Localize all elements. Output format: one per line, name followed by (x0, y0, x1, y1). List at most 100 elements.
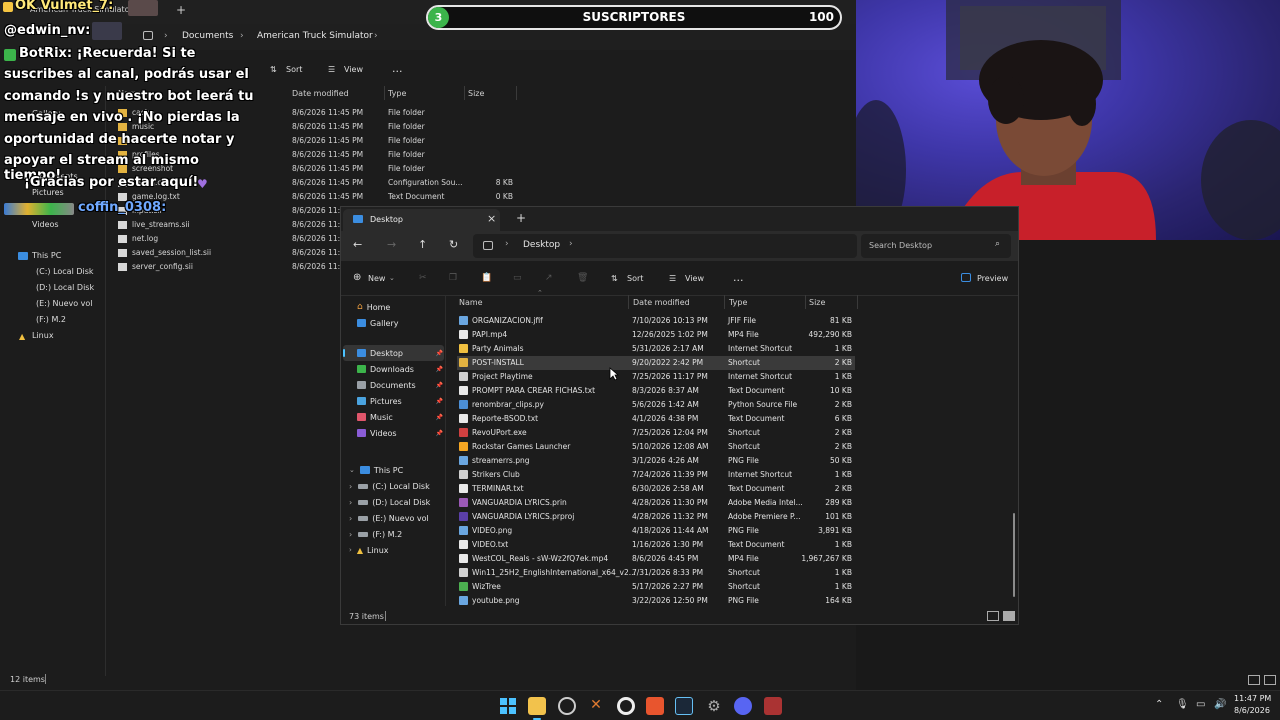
sidebar-item-pictures[interactable]: Pictures 📌 (357, 393, 443, 409)
search-box[interactable]: Search Desktop ⌕ (861, 234, 1011, 258)
column-divider[interactable] (384, 86, 385, 100)
column-divider[interactable] (857, 295, 858, 309)
more-options-button[interactable]: ... (392, 62, 403, 75)
truck-icon[interactable] (764, 697, 782, 715)
pin-icon[interactable]: 📌 (436, 382, 443, 389)
sidebar-item-videos[interactable]: Videos (32, 220, 59, 229)
breadcrumb-ats[interactable]: American Truck Simulator (257, 31, 373, 41)
column-divider[interactable] (724, 295, 725, 309)
view-button[interactable]: View (344, 65, 363, 74)
volume-icon[interactable]: 🔊 (1214, 699, 1226, 710)
col-type[interactable]: Type (729, 298, 747, 307)
close-tab-icon[interactable]: × (487, 212, 496, 225)
drive-item[interactable]: › (D:) Local Disk (349, 494, 430, 510)
sidebar-item-desktop[interactable]: Desktop 📌 (357, 345, 443, 361)
sidebar-item-this-pc[interactable]: This PC (32, 251, 61, 260)
table-row[interactable]: Party Animals 5/31/2026 2:17 AM Internet S… (457, 342, 855, 356)
paste-icon[interactable]: 📋 (481, 273, 492, 283)
mic-icon[interactable]: 🎙 (1176, 699, 1189, 710)
new-button[interactable]: New (368, 274, 385, 283)
table-row[interactable]: Project Playtime 7/25/2026 11:17 PM Intern… (457, 370, 855, 384)
file-explorer-icon[interactable] (528, 697, 546, 715)
pin-icon[interactable]: 📌 (436, 366, 443, 373)
forward-arrow-icon[interactable]: → (387, 238, 396, 251)
table-row[interactable]: VANGUARDIA LYRICS.prproj 4/28/2026 11:32 … (457, 510, 855, 524)
drive-f[interactable]: (F:) M.2 (36, 315, 66, 324)
column-divider[interactable] (805, 295, 806, 309)
app-icon[interactable]: ✕ (587, 697, 605, 715)
sidebar-item-home[interactable]: ⌂ Home (357, 299, 390, 315)
table-row[interactable]: WestCOL_Reals - sW-Wz2fQ7ek.mp4 8/6/2026 … (457, 552, 855, 566)
table-row[interactable]: WizTree 5/17/2026 2:27 PM Shortcut 1 KB (457, 580, 855, 594)
sidebar-item-downloads[interactable]: Downloads 📌 (357, 361, 443, 377)
sidebar-item-linux[interactable]: › ▲ Linux (349, 542, 389, 558)
more-options-button[interactable]: ... (733, 271, 744, 284)
column-divider[interactable] (464, 86, 465, 100)
col-size[interactable]: Size (468, 89, 484, 98)
sidebar-item-videos[interactable]: Videos 📌 (357, 425, 443, 441)
vertical-scrollbar[interactable] (1013, 513, 1015, 597)
column-divider[interactable] (628, 295, 629, 309)
drive-e[interactable]: (E:) Nuevo vol (36, 299, 93, 308)
chevron-up-icon[interactable]: ⌃ (1155, 699, 1163, 710)
tiles-view-icon[interactable] (1264, 675, 1276, 685)
address-bar[interactable]: › Desktop › (473, 234, 857, 258)
col-size[interactable]: Size (809, 298, 825, 307)
table-row[interactable]: streamerrs.png 3/1/2026 4:26 AM PNG File 50… (457, 454, 855, 468)
table-row[interactable]: renombrar_clips.py 5/6/2026 1:42 AM Python… (457, 398, 855, 412)
sidebar-item-linux[interactable]: Linux (32, 331, 54, 340)
table-row[interactable]: VANGUARDIA LYRICS.prin 4/28/2026 11:30 PM… (457, 496, 855, 510)
breadcrumb-desktop[interactable]: Desktop (523, 240, 560, 250)
table-row[interactable]: PAPI.mp4 12/26/2025 1:02 PM MP4 File 492,29… (457, 328, 855, 342)
sidebar-item-documents[interactable]: Documents 📌 (357, 377, 443, 393)
column-divider[interactable] (516, 86, 517, 100)
sidebar-item-this-pc[interactable]: ⌄ This PC (349, 462, 403, 478)
col-name[interactable]: Name (459, 298, 483, 307)
view-button[interactable]: View (685, 274, 704, 283)
pin-icon[interactable]: 📌 (436, 350, 443, 357)
col-date[interactable]: Date modified (633, 298, 690, 307)
drive-d[interactable]: (D:) Local Disk (36, 283, 94, 292)
drive-item[interactable]: › (E:) Nuevo vol (349, 510, 429, 526)
sort-button[interactable]: Sort (286, 65, 302, 74)
table-row[interactable]: PROMPT PARA CREAR FICHAS.txt 8/3/2026 8:3… (457, 384, 855, 398)
table-row[interactable]: Reporte-BSOD.txt 4/1/2026 4:38 PM Text Doc… (457, 412, 855, 426)
drive-item[interactable]: › (C:) Local Disk (349, 478, 430, 494)
sort-button[interactable]: Sort (627, 274, 643, 283)
table-row[interactable]: ORGANIZACION.jfif 7/10/2026 10:13 PM JFIF … (457, 314, 855, 328)
pin-icon[interactable]: 📌 (436, 398, 443, 405)
share-icon[interactable]: ↗ (545, 273, 553, 283)
table-row[interactable]: Rockstar Games Launcher 5/10/2026 12:08 A… (457, 440, 855, 454)
table-row[interactable]: TERMINAR.txt 6/30/2026 2:58 AM Text Docume… (457, 482, 855, 496)
discord-icon[interactable] (734, 697, 752, 715)
clock-date[interactable]: 8/6/2026 (1234, 706, 1270, 715)
drive-item[interactable]: › (F:) M.2 (349, 526, 402, 542)
table-row[interactable]: VIDEO.txt 1/16/2026 1:30 PM Text Document 1… (457, 538, 855, 552)
steam-icon[interactable] (675, 697, 693, 715)
new-tab-icon[interactable]: + (516, 211, 526, 225)
search-input[interactable]: Search Desktop (869, 241, 932, 250)
table-row[interactable]: RevoUPort.exe 7/25/2026 12:04 PM Shortcut 2… (457, 426, 855, 440)
table-row[interactable]: VIDEO.png 4/18/2026 11:44 AM PNG File 3,891… (457, 524, 855, 538)
table-row[interactable]: POST-INSTALL 9/20/2022 2:42 PM Shortcut 2 K… (457, 356, 855, 370)
table-row[interactable]: youtube.png 3/22/2026 12:50 PM PNG File 164… (457, 594, 855, 608)
tiles-view-icon[interactable] (1003, 611, 1015, 621)
col-date[interactable]: Date modified (292, 89, 349, 98)
settings-icon[interactable]: ⚙ (705, 697, 723, 715)
clock-time[interactable]: 11:47 PM (1234, 694, 1271, 703)
drive-c[interactable]: (C:) Local Disk (36, 267, 94, 276)
refresh-icon[interactable]: ↻ (449, 238, 458, 251)
details-view-icon[interactable] (1248, 675, 1260, 685)
network-icon[interactable]: ▭ (1196, 699, 1205, 710)
cut-icon[interactable]: ✂ (419, 273, 427, 283)
sidebar-item-music[interactable]: Music 📌 (357, 409, 443, 425)
sidebar-item-gallery[interactable]: Gallery (357, 315, 399, 331)
preview-button[interactable]: Preview (977, 274, 1008, 283)
pin-icon[interactable]: 📌 (436, 414, 443, 421)
details-view-icon[interactable] (987, 611, 999, 621)
col-type[interactable]: Type (388, 89, 406, 98)
rename-icon[interactable]: ▭ (513, 273, 522, 283)
brave-icon[interactable] (646, 697, 664, 715)
table-row[interactable]: Win11_25H2_EnglishInternational_x64_v2..… (457, 566, 855, 580)
pin-icon[interactable]: 📌 (436, 430, 443, 437)
